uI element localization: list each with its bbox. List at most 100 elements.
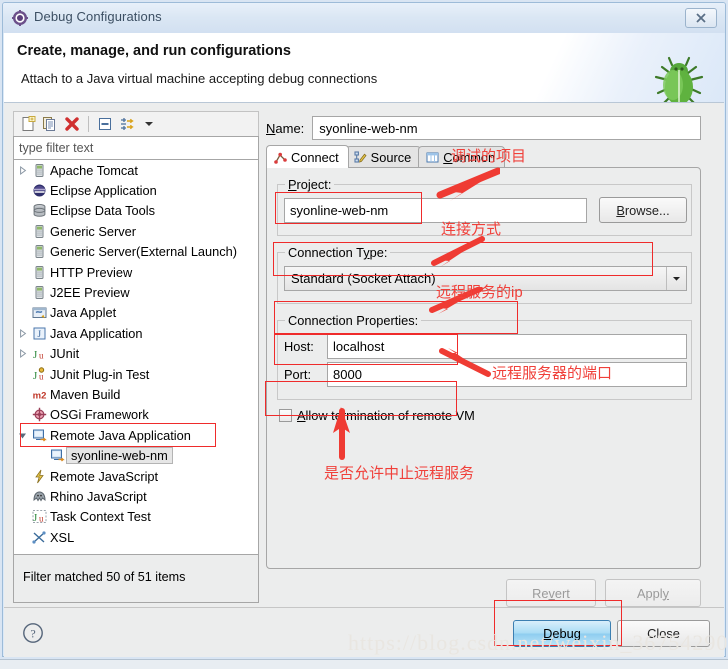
tree-expand-arrow-icon[interactable]: [14, 165, 30, 175]
new-configuration-icon[interactable]: [17, 114, 39, 135]
tree-item-label: Generic Server(External Launch): [50, 244, 238, 260]
duplicate-configuration-icon[interactable]: [39, 114, 61, 135]
allow-termination-checkbox[interactable]: [279, 409, 292, 422]
tab-source[interactable]: Source: [345, 146, 422, 168]
tree-item-label: JUnit: [50, 346, 80, 362]
remote-java-application-icon: [30, 428, 48, 443]
remote-java-application-icon: [48, 448, 66, 463]
tree-item-label: Task Context Test: [50, 509, 151, 525]
debug-button-label: Debug: [543, 626, 581, 641]
tree-expand-arrow-icon[interactable]: [14, 349, 30, 359]
launch-configuration-tree-panel: Apache Tomcat Eclipse Application Eclipse …: [13, 111, 259, 603]
junit-icon: Ju: [30, 346, 48, 361]
filter-launch-configurations-icon[interactable]: [116, 114, 138, 135]
connect-icon: [274, 151, 287, 164]
tree-item-http-preview[interactable]: HTTP Preview: [14, 262, 258, 282]
tree-collapse-arrow-icon[interactable]: [14, 431, 30, 440]
tree-item-xsl[interactable]: XSL: [14, 527, 258, 547]
tree-item-junit-plug-in-test[interactable]: Ju JUnit Plug-in Test: [14, 364, 258, 384]
tree-item-generic-server[interactable]: Generic Server: [14, 221, 258, 241]
window-close-button[interactable]: [685, 8, 717, 28]
window-titlebar: Debug Configurations: [3, 3, 725, 33]
tree-item-j2ee-preview[interactable]: J2EE Preview: [14, 282, 258, 302]
tree-item-remote-javascript[interactable]: Remote JavaScript: [14, 466, 258, 486]
page-title: Create, manage, and run configurations: [17, 43, 291, 59]
help-question-icon[interactable]: ?: [22, 622, 44, 644]
tree-item-eclipse-data-tools[interactable]: Eclipse Data Tools: [14, 201, 258, 221]
server-icon: [30, 163, 48, 178]
page-subtitle: Attach to a Java virtual machine accepti…: [21, 71, 378, 86]
dialog-body: Apache Tomcat Eclipse Application Eclipse …: [4, 103, 724, 657]
screenshot-root: Debug Configurations Create, manage, and…: [0, 0, 728, 669]
tab-folder: Connect Source Common Project: syonline-…: [266, 145, 701, 570]
filter-text-box[interactable]: [13, 136, 259, 160]
tree-item-apache-tomcat[interactable]: Apache Tomcat: [14, 160, 258, 180]
tab-connect-label: Connect: [291, 149, 339, 165]
project-input[interactable]: [284, 198, 587, 223]
tree-item-maven-build[interactable]: m2 Maven Build: [14, 384, 258, 404]
apply-button[interactable]: Apply: [605, 579, 701, 607]
tree-item-label: JUnit Plug-in Test: [50, 366, 150, 382]
project-group-label: Project:: [285, 177, 335, 192]
osgi-icon: [30, 407, 48, 422]
tree-item-label: XSL: [50, 529, 75, 545]
junit-plugin-icon: Ju: [30, 366, 48, 382]
tree-item-label: J2EE Preview: [50, 285, 130, 301]
port-input[interactable]: [327, 362, 687, 387]
delete-configuration-icon[interactable]: [61, 114, 83, 135]
tree-item-label: Rhino JavaScript: [50, 488, 147, 504]
tree-item-label: Maven Build: [50, 386, 121, 402]
apply-revert-row: Revert Apply: [506, 579, 701, 607]
dialog-footer: ? Debug Close: [4, 607, 724, 657]
connection-type-combo[interactable]: Standard (Socket Attach): [284, 266, 687, 291]
tree-item-task-context-test[interactable]: Ju Task Context Test: [14, 507, 258, 527]
database-icon: [30, 203, 48, 218]
allow-termination-checkbox-row[interactable]: Allow termination of remote VM: [279, 408, 475, 423]
svg-text:m2: m2: [32, 390, 46, 401]
tree-item-rhino-javascript[interactable]: Rhino JavaScript: [14, 486, 258, 506]
close-icon: [696, 13, 706, 23]
server-icon: [30, 285, 48, 300]
collapse-all-icon[interactable]: [94, 114, 116, 135]
filter-input[interactable]: [14, 137, 258, 159]
tab-common-label: Common: [443, 150, 496, 165]
close-button[interactable]: Close: [617, 620, 710, 647]
host-input[interactable]: [327, 334, 687, 359]
tree-item-generic-server-external-launch[interactable]: Generic Server(External Launch): [14, 242, 258, 262]
tree-item-label: Eclipse Data Tools: [50, 203, 156, 219]
server-icon: [30, 224, 48, 239]
debug-gear-icon: [12, 10, 28, 26]
xsl-icon: [30, 530, 48, 545]
tab-connect[interactable]: Connect: [266, 145, 349, 168]
rhino-icon: [30, 489, 48, 504]
connection-type-label: Connection Type:: [285, 245, 391, 260]
chevron-down-icon[interactable]: [666, 267, 686, 290]
tree-item-label: Java Applet: [50, 305, 117, 321]
debug-button[interactable]: Debug: [513, 620, 611, 647]
task-context-icon: Ju: [30, 509, 48, 524]
revert-button[interactable]: Revert: [506, 579, 596, 607]
tree-item-eclipse-application[interactable]: Eclipse Application: [14, 180, 258, 200]
svg-text:u: u: [39, 371, 44, 381]
tree-item-java-application[interactable]: J Java Application: [14, 323, 258, 343]
tab-common[interactable]: Common: [418, 146, 506, 168]
tree-item-label: Java Application: [50, 325, 143, 341]
java-applet-icon: [30, 305, 48, 320]
desktop-taskbar-sliver: [0, 659, 728, 669]
tree-item-java-applet[interactable]: Java Applet: [14, 303, 258, 323]
tree-expand-arrow-icon[interactable]: [14, 328, 30, 338]
configuration-name-input[interactable]: [312, 116, 701, 140]
svg-text:J: J: [33, 370, 38, 382]
configuration-type-tree[interactable]: Apache Tomcat Eclipse Application Eclipse …: [13, 160, 259, 555]
browse-button[interactable]: Browse...: [599, 197, 687, 223]
tree-item-syonline-web-nm[interactable]: syonline-web-nm: [14, 445, 258, 465]
view-menu-chevron-icon[interactable]: [138, 114, 160, 135]
server-icon: [30, 244, 48, 259]
tree-item-junit[interactable]: Ju JUnit: [14, 344, 258, 364]
java-application-icon: J: [30, 326, 48, 341]
tree-item-osgi-framework[interactable]: OSGi Framework: [14, 405, 258, 425]
debug-configurations-window: Debug Configurations Create, manage, and…: [2, 2, 726, 657]
window-title: Debug Configurations: [34, 9, 162, 24]
green-bug-icon: [648, 53, 710, 102]
tree-item-remote-java-application[interactable]: Remote Java Application: [14, 425, 258, 445]
